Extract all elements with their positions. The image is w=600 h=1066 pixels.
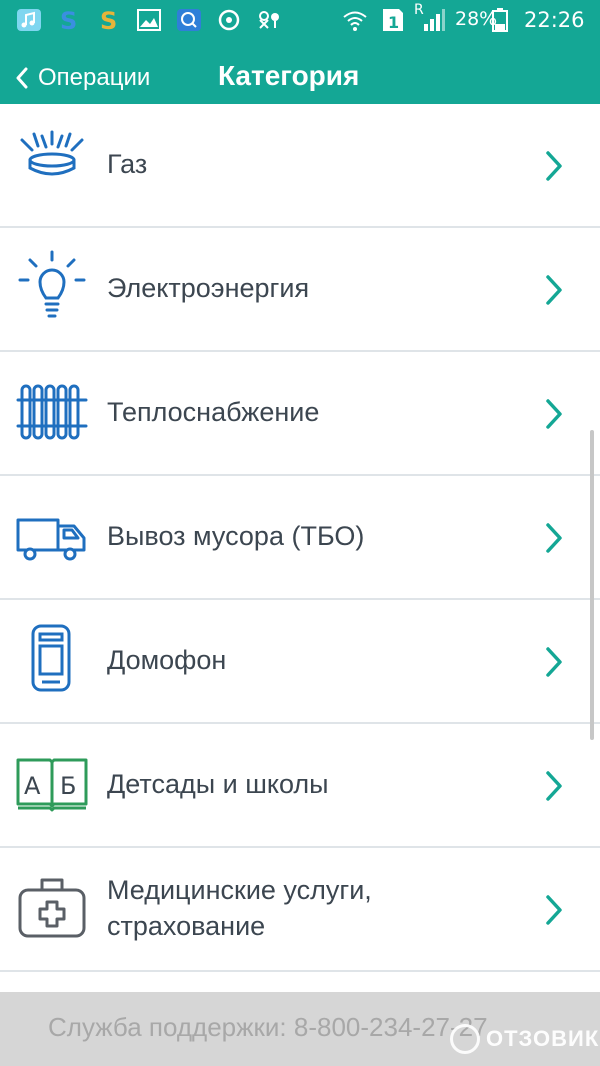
svg-text:1: 1 [388,13,399,32]
category-row-heating[interactable]: Теплоснабжение [0,352,600,476]
watermark-text: ОТЗОВИК [486,1026,600,1051]
category-label: Домофон [107,645,227,675]
status-bar: S S 1 R 28% 22:26 [0,0,600,40]
category-row-garbage[interactable]: Вывоз мусора (ТБО) [0,476,600,600]
svg-text:А: А [24,772,41,800]
sim-card-icon: 1 [383,9,403,32]
light-bulb-icon [18,250,86,318]
category-label: Теплоснабжение [107,397,320,427]
chevron-right-icon [546,399,562,429]
radiator-icon [16,384,88,440]
svg-text:S: S [100,8,117,32]
sync-icon [218,9,240,31]
category-row-medical[interactable]: Медицинские услуги, страхование [0,848,600,972]
chevron-right-icon [546,523,562,553]
gallery-icon [137,9,161,31]
chevron-right-icon [546,771,562,801]
svg-text:S: S [60,8,77,32]
category-row-intercom[interactable]: Домофон [0,600,600,724]
watermark-logo-icon [450,1024,480,1054]
category-row-schools[interactable]: А Б Детсады и школы [0,724,600,848]
first-aid-kit-icon [18,878,86,938]
page-title: Категория [218,60,360,91]
notification-icon [259,11,279,29]
wifi-icon [343,11,367,31]
music-app-icon [17,9,41,31]
category-label: Детсады и школы [107,769,329,799]
intercom-icon [31,624,71,692]
category-row-electricity[interactable]: Электроэнергия [0,228,600,352]
chevron-right-icon [546,275,562,305]
category-label-line1: Медицинские услуги, [107,875,372,905]
chevron-right-icon [546,895,562,925]
battery-percent: 28% [455,8,498,30]
category-label: Электроэнергия [107,273,310,303]
back-button[interactable]: Операции [14,62,150,94]
truck-icon [16,518,86,561]
signal-icon [424,9,445,31]
chevron-right-icon [546,151,562,181]
search-app-icon [177,9,201,31]
s-app-icon: S [60,8,77,32]
category-label-line2: страхование [107,911,266,941]
battery-icon [492,8,508,32]
scrollbar[interactable] [590,430,594,740]
category-row-gas[interactable]: Газ [0,104,600,228]
back-label: Операции [38,64,151,91]
chevron-left-icon [16,67,28,89]
svg-text:Б: Б [60,772,76,800]
s-app-yellow-icon: S [100,8,117,32]
clock: 22:26 [524,8,585,32]
chevron-right-icon [546,647,562,677]
category-label: Газ [107,149,148,179]
support-phone-text: Служба поддержки: 8-800-234-27-27 [48,1012,488,1042]
category-label: Вывоз мусора (ТБО) [107,521,365,551]
book-icon: А Б [16,758,88,812]
gas-burner-icon [20,130,84,176]
watermark: ОТЗОВИК [450,1020,600,1060]
